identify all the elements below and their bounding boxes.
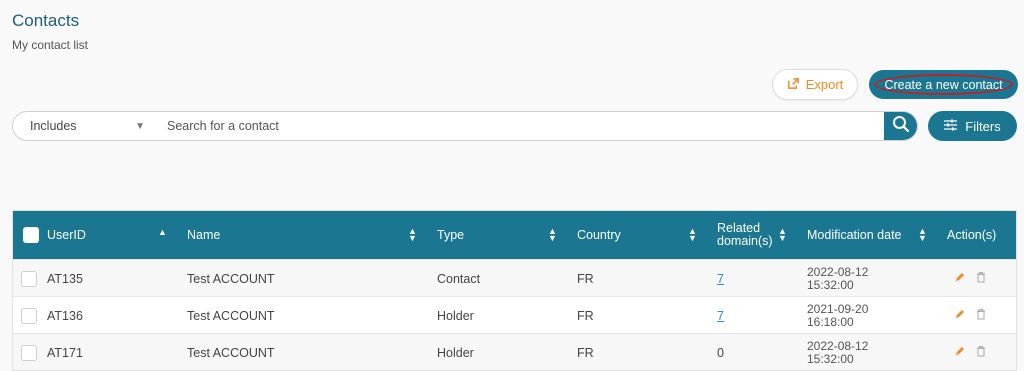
cell-country: FR (577, 308, 594, 323)
table-body: AT135 Test ACCOUNT Contact FR 7 2022-08-… (13, 259, 1016, 370)
col-related-line2: domain(s) (717, 234, 773, 248)
sort-icon[interactable]: ▲ ▼ (778, 227, 787, 243)
cell-name: Test ACCOUNT (187, 308, 275, 323)
col-name[interactable]: Name (187, 211, 220, 259)
sort-icon[interactable]: ▲ ▼ (548, 227, 557, 243)
col-type[interactable]: Type (437, 211, 464, 259)
table-header: UserID ▲ Name ▲ ▼ Type ▲ ▼ Country ▲ ▼ Rela… (13, 211, 1016, 259)
cell-type: Holder (437, 345, 474, 360)
cell-actions (954, 334, 986, 371)
cell-domains: 7 (717, 297, 724, 334)
cell-name: Test ACCOUNT (187, 345, 275, 360)
cell-type: Contact (437, 271, 481, 286)
search-icon (892, 115, 910, 138)
trash-icon[interactable] (976, 345, 986, 360)
trash-icon[interactable] (976, 271, 986, 286)
modified-date: 2021-09-20 (807, 301, 869, 316)
modified-time: 16:18:00 (807, 314, 854, 329)
col-related-domains[interactable]: Related domain(s) (717, 211, 773, 259)
row-select-cell (21, 260, 37, 297)
cell-userid: AT135 (47, 271, 83, 286)
table-row: AT171 Test ACCOUNT Holder FR 0 2022-08-1… (13, 333, 1016, 370)
pencil-icon[interactable] (954, 308, 966, 323)
filters-button[interactable]: Filters (928, 111, 1017, 141)
sort-asc-icon[interactable]: ▲ (158, 228, 167, 237)
caret-down-icon: ▼ (135, 120, 145, 132)
row-checkbox[interactable] (21, 344, 37, 361)
sort-icon[interactable]: ▲ ▼ (688, 227, 697, 243)
domains-link[interactable]: 7 (717, 309, 724, 323)
select-all-cell (23, 211, 39, 259)
cell-userid: AT136 (47, 308, 83, 323)
cell-country: FR (577, 345, 594, 360)
select-all-checkbox[interactable] (23, 227, 39, 243)
col-country[interactable]: Country (577, 211, 621, 259)
search-button[interactable] (884, 112, 917, 140)
table-row: AT136 Test ACCOUNT Holder FR 7 2021-09-2… (13, 296, 1016, 333)
row-checkbox[interactable] (21, 307, 37, 324)
pencil-icon[interactable] (954, 271, 966, 286)
cell-actions (954, 297, 986, 334)
cell-country: FR (577, 271, 594, 286)
cell-domains: 7 (717, 260, 724, 297)
search-mode-value: Includes (30, 119, 77, 133)
cell-userid: AT171 (47, 345, 83, 360)
row-checkbox[interactable] (21, 270, 37, 287)
sort-icon[interactable]: ▲ ▼ (408, 227, 417, 243)
cell-type: Holder (437, 308, 474, 323)
create-contact-button[interactable]: Create a new contact (869, 70, 1018, 99)
search-input[interactable] (153, 119, 884, 133)
search-bar: Includes ▼ (12, 111, 918, 141)
cell-modified: 2021-09-20 16:18:00 (807, 297, 868, 334)
filters-label: Filters (965, 118, 1001, 134)
export-label: Export (805, 77, 844, 92)
page-subtitle: My contact list (12, 38, 89, 52)
search-mode-select[interactable]: Includes ▼ (13, 119, 153, 133)
col-actions: Action(s) (947, 228, 997, 242)
export-button[interactable]: Export (772, 69, 858, 100)
create-contact-label: Create a new contact (884, 77, 1003, 92)
page-title: Contacts (12, 11, 80, 30)
cell-name: Test ACCOUNT (187, 271, 275, 286)
modified-date: 2022-08-12 (807, 338, 869, 353)
contacts-table: UserID ▲ Name ▲ ▼ Type ▲ ▼ Country ▲ ▼ Rela… (12, 210, 1017, 371)
cell-modified: 2022-08-12 15:32:00 (807, 260, 868, 297)
row-select-cell (21, 297, 37, 334)
cell-modified: 2022-08-12 15:32:00 (807, 334, 868, 371)
modified-time: 15:32:00 (807, 277, 854, 292)
modified-time: 15:32:00 (807, 351, 854, 366)
modified-date: 2022-08-12 (807, 264, 869, 279)
cell-domains: 0 (717, 345, 724, 360)
domains-link[interactable]: 7 (717, 272, 724, 286)
sort-icon[interactable]: ▲ ▼ (918, 227, 927, 243)
col-userid[interactable]: UserID (47, 211, 86, 259)
sliders-icon (944, 119, 958, 134)
trash-icon[interactable] (976, 308, 986, 323)
cell-actions (954, 260, 986, 297)
col-modified[interactable]: Modification date (807, 211, 902, 259)
row-select-cell (21, 334, 37, 371)
table-row: AT135 Test ACCOUNT Contact FR 7 2022-08-… (13, 259, 1016, 296)
export-icon (787, 77, 800, 93)
pencil-icon[interactable] (954, 345, 966, 360)
